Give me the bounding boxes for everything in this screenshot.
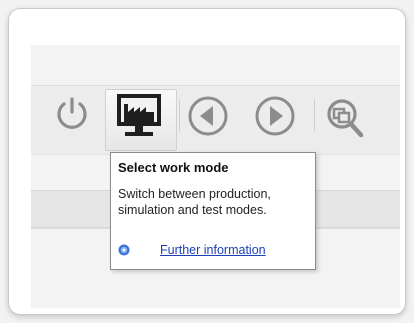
tooltip-link-row: Further information [118, 243, 266, 257]
toolbar-divider [314, 99, 315, 131]
arrow-left-circle-icon[interactable] [187, 95, 229, 137]
tooltip: Select work mode Switch between producti… [110, 152, 316, 270]
tooltip-description: Switch between production, simulation an… [118, 187, 271, 217]
window-frame: Select work mode Switch between producti… [8, 8, 406, 315]
monitor-factory-icon [117, 94, 161, 136]
zoom-search-icon[interactable] [321, 95, 369, 143]
arrow-right-circle-icon[interactable] [254, 95, 296, 137]
power-icon[interactable] [55, 96, 89, 132]
help-circle-icon [118, 244, 130, 256]
toolbar-divider [179, 99, 180, 131]
further-information-link[interactable]: Further information [160, 243, 266, 257]
tooltip-title: Select work mode [118, 160, 229, 175]
